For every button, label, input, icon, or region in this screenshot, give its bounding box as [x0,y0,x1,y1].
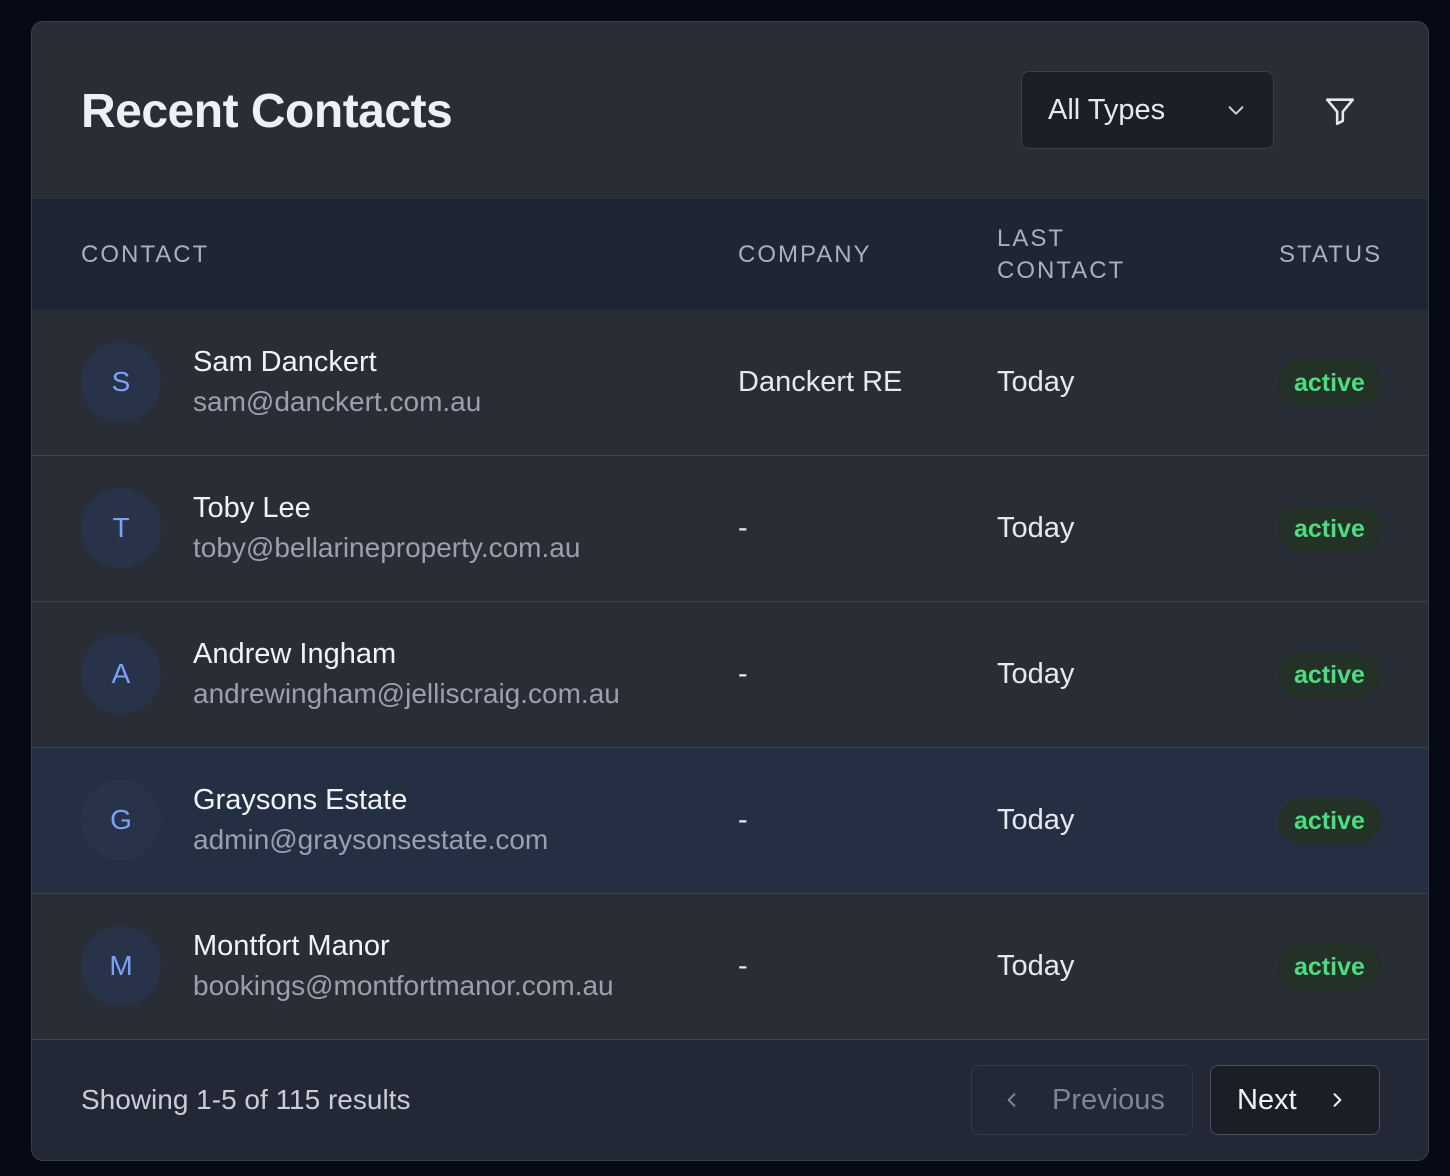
results-summary: Showing 1-5 of 115 results [81,1084,411,1115]
contact-company: - [738,512,748,544]
recent-contacts-card: Recent Contacts All Types CONTACT COMPAN… [31,21,1429,1161]
contact-email: admin@graysonsestate.com [193,824,549,855]
previous-button-label: Previous [1052,1083,1165,1116]
card-header: Recent Contacts All Types [32,22,1428,199]
type-select[interactable]: All Types [1021,71,1274,149]
contact-company: - [738,950,748,982]
contact-email: sam@danckert.com.au [193,386,482,417]
contacts-table-body: S Sam Danckert sam@danckert.com.au Danck… [32,310,1428,1040]
status-badge: active [1278,360,1381,406]
table-row[interactable]: T Toby Lee toby@bellarineproperty.com.au… [32,456,1428,602]
pagination-footer: Showing 1-5 of 115 results Previous Next [32,1040,1428,1160]
contact-company: - [738,658,748,690]
contact-last-contact: Today [997,804,1075,836]
chevron-left-icon [1002,1089,1022,1111]
contact-last-contact: Today [997,950,1075,982]
status-badge: active [1278,652,1381,698]
contact-name: Toby Lee [193,492,311,524]
status-badge: active [1278,944,1381,990]
contact-email: bookings@montfortmanor.com.au [193,970,614,1001]
table-row[interactable]: S Sam Danckert sam@danckert.com.au Danck… [32,310,1428,456]
contact-company: Danckert RE [738,366,903,398]
avatar: G [81,780,161,860]
contact-name: Montfort Manor [193,930,390,962]
column-header-contact: CONTACT [81,241,210,268]
column-header-last-contact-line2: CONTACT [997,257,1126,284]
table-header: CONTACT COMPANY LAST CONTACT STATUS [32,199,1428,310]
chevron-down-icon [1225,99,1247,121]
contact-company: - [738,804,748,836]
filter-icon [1323,94,1357,128]
column-header-company: COMPANY [738,241,872,268]
contact-last-contact: Today [997,512,1075,544]
next-button[interactable]: Next [1210,1065,1380,1135]
contact-name: Andrew Ingham [193,638,397,670]
contact-email: andrewingham@jelliscraig.com.au [193,678,620,709]
status-badge: active [1278,506,1381,552]
filter-button[interactable] [1313,86,1367,136]
avatar: S [81,342,161,422]
contact-name: Sam Danckert [193,346,377,378]
next-button-label: Next [1237,1083,1297,1116]
previous-button[interactable]: Previous [971,1065,1193,1135]
table-row-highlighted[interactable]: G Graysons Estate admin@graysonsestate.c… [32,748,1428,894]
contact-name: Graysons Estate [193,784,408,816]
column-header-last-contact: LAST CONTACT [997,223,1125,287]
page-title: Recent Contacts [81,85,453,138]
column-header-last-contact-line1: LAST [997,225,1066,252]
chevron-right-icon [1327,1089,1347,1111]
status-badge: active [1278,798,1381,844]
column-header-status: STATUS [1279,241,1383,268]
avatar: A [81,634,161,714]
table-row[interactable]: M Montfort Manor bookings@montfortmanor.… [32,894,1428,1040]
avatar: M [81,926,161,1006]
type-select-value: All Types [1048,93,1166,126]
avatar: T [81,488,161,568]
contact-email: toby@bellarineproperty.com.au [193,532,581,563]
contact-last-contact: Today [997,366,1075,398]
contact-last-contact: Today [997,658,1075,690]
table-row[interactable]: A Andrew Ingham andrewingham@jelliscraig… [32,602,1428,748]
